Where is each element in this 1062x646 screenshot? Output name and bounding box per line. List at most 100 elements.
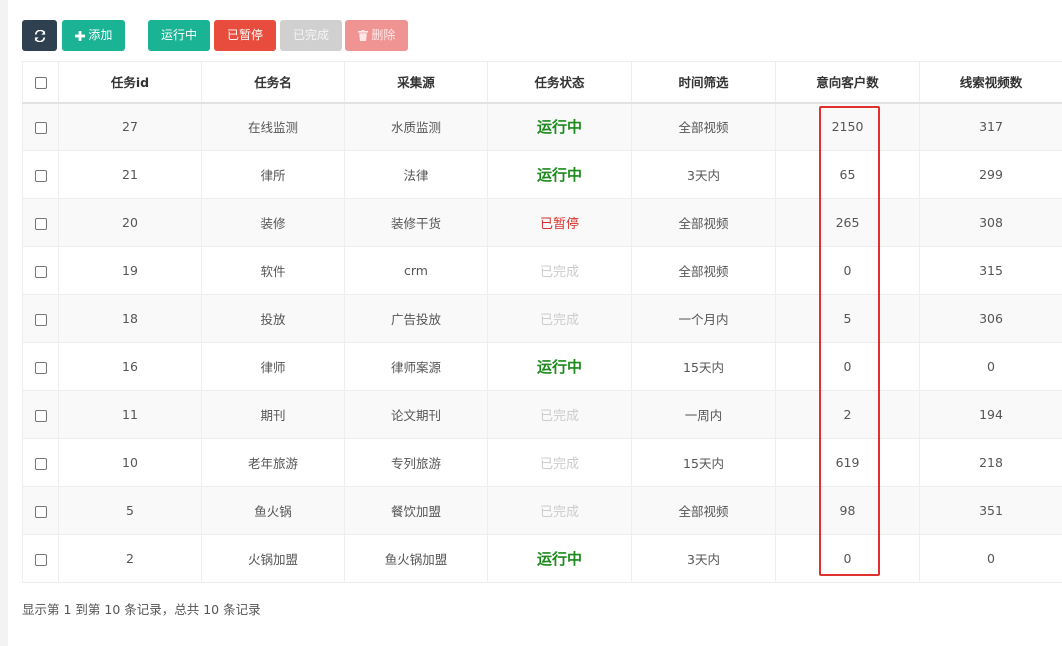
status-badge: 运行中 bbox=[536, 358, 582, 376]
cell-customer-count: 98 bbox=[775, 486, 920, 535]
row-checkbox-cell bbox=[22, 294, 59, 343]
cell-video-count: 308 bbox=[919, 198, 1062, 247]
add-button-label: 添加 bbox=[88, 28, 113, 42]
row-checkbox[interactable] bbox=[34, 457, 47, 470]
plus-icon bbox=[74, 28, 89, 42]
row-checkbox[interactable] bbox=[34, 169, 47, 182]
cell-source: 广告投放 bbox=[344, 294, 488, 343]
header-task-id[interactable]: 任务id bbox=[58, 61, 202, 104]
status-badge: 已完成 bbox=[539, 457, 579, 472]
cell-task-id: 19 bbox=[58, 246, 202, 295]
trash-icon bbox=[357, 28, 372, 42]
row-checkbox[interactable] bbox=[34, 553, 47, 566]
row-checkbox[interactable] bbox=[34, 265, 47, 278]
cell-source: 法律 bbox=[344, 150, 488, 199]
status-badge: 运行中 bbox=[536, 166, 582, 184]
header-status[interactable]: 任务状态 bbox=[487, 61, 632, 104]
cell-task-name: 律师 bbox=[201, 342, 345, 391]
table-row[interactable]: 5 鱼火锅 餐饮加盟 已完成 全部视频 98 351 bbox=[22, 486, 1062, 535]
cell-source: 装修干货 bbox=[344, 198, 488, 247]
cell-customer-count: 0 bbox=[775, 534, 920, 583]
row-checkbox[interactable] bbox=[34, 409, 47, 422]
table-row[interactable]: 10 老年旅游 专列旅游 已完成 15天内 619 218 bbox=[22, 438, 1062, 487]
table-row[interactable]: 11 期刊 论文期刊 已完成 一周内 2 194 bbox=[22, 390, 1062, 439]
header-customer-count[interactable]: 意向客户数 bbox=[775, 61, 920, 104]
status-badge: 已完成 bbox=[539, 313, 579, 328]
cell-video-count: 299 bbox=[919, 150, 1062, 199]
table-row[interactable]: 18 投放 广告投放 已完成 一个月内 5 306 bbox=[22, 294, 1062, 343]
status-badge: 已暂停 bbox=[539, 217, 579, 232]
table-row[interactable]: 20 装修 装修干货 已暂停 全部视频 265 308 bbox=[22, 198, 1062, 247]
table-row[interactable]: 21 律所 法律 运行中 3天内 65 299 bbox=[22, 150, 1062, 199]
row-checkbox[interactable] bbox=[34, 361, 47, 374]
header-video-count[interactable]: 线索视频数 bbox=[919, 61, 1062, 104]
cell-source: 餐饮加盟 bbox=[344, 486, 488, 535]
cell-source: 论文期刊 bbox=[344, 390, 488, 439]
cell-status: 运行中 bbox=[487, 342, 632, 391]
completed-button-label: 已完成 bbox=[292, 28, 329, 42]
cell-video-count: 315 bbox=[919, 246, 1062, 295]
select-all-checkbox[interactable] bbox=[34, 76, 47, 89]
row-checkbox[interactable] bbox=[34, 121, 47, 134]
delete-button[interactable]: 删除 bbox=[345, 20, 408, 51]
cell-customer-count: 619 bbox=[775, 438, 920, 487]
cell-video-count: 351 bbox=[919, 486, 1062, 535]
refresh-button[interactable] bbox=[22, 20, 57, 51]
cell-time-filter: 3天内 bbox=[631, 534, 776, 583]
table-row[interactable]: 27 在线监测 水质监测 运行中 全部视频 2150 317 bbox=[22, 102, 1062, 151]
left-edge-strip bbox=[0, 0, 8, 646]
cell-source: crm bbox=[344, 246, 488, 295]
add-button[interactable]: 添加 bbox=[62, 20, 125, 51]
cell-task-id: 20 bbox=[58, 198, 202, 247]
row-checkbox[interactable] bbox=[34, 505, 47, 518]
cell-task-id: 16 bbox=[58, 342, 202, 391]
table-row[interactable]: 19 软件 crm 已完成 全部视频 0 315 bbox=[22, 246, 1062, 295]
cell-task-name: 投放 bbox=[201, 294, 345, 343]
header-task-name[interactable]: 任务名 bbox=[201, 61, 345, 104]
cell-customer-count: 2150 bbox=[775, 102, 920, 151]
cell-task-id: 11 bbox=[58, 390, 202, 439]
completed-button[interactable]: 已完成 bbox=[280, 20, 342, 51]
cell-video-count: 306 bbox=[919, 294, 1062, 343]
cell-task-name: 老年旅游 bbox=[201, 438, 345, 487]
cell-time-filter: 全部视频 bbox=[631, 102, 776, 151]
cell-status: 运行中 bbox=[487, 150, 632, 199]
pause-button[interactable]: 已暂停 bbox=[214, 20, 276, 51]
row-checkbox-cell bbox=[22, 534, 59, 583]
row-checkbox-cell bbox=[22, 246, 59, 295]
cell-time-filter: 全部视频 bbox=[631, 198, 776, 247]
cell-task-id: 18 bbox=[58, 294, 202, 343]
pagination-summary: 显示第 1 到第 10 条记录，总共 10 条记录 bbox=[22, 602, 261, 617]
cell-time-filter: 15天内 bbox=[631, 438, 776, 487]
cell-source: 专列旅游 bbox=[344, 438, 488, 487]
cell-source: 律师案源 bbox=[344, 342, 488, 391]
cell-status: 已完成 bbox=[487, 246, 632, 295]
cell-time-filter: 全部视频 bbox=[631, 486, 776, 535]
cell-task-name: 装修 bbox=[201, 198, 345, 247]
table-row[interactable]: 16 律师 律师案源 运行中 15天内 0 0 bbox=[22, 342, 1062, 391]
cell-task-name: 火锅加盟 bbox=[201, 534, 345, 583]
table-body: 27 在线监测 水质监测 运行中 全部视频 2150 317 21 律所 法律 运行中 3天内 65 29… bbox=[22, 102, 1062, 583]
cell-time-filter: 一个月内 bbox=[631, 294, 776, 343]
cell-customer-count: 5 bbox=[775, 294, 920, 343]
status-badge: 运行中 bbox=[536, 118, 582, 137]
cell-customer-count: 265 bbox=[775, 198, 920, 247]
row-checkbox[interactable] bbox=[34, 313, 47, 326]
cell-task-name: 软件 bbox=[201, 246, 345, 295]
row-checkbox-cell bbox=[22, 342, 59, 391]
header-time-filter[interactable]: 时间筛选 bbox=[631, 61, 776, 104]
cell-video-count: 194 bbox=[919, 390, 1062, 439]
row-checkbox[interactable] bbox=[34, 217, 47, 230]
header-source[interactable]: 采集源 bbox=[344, 61, 488, 104]
running-button[interactable]: 运行中 bbox=[148, 20, 210, 51]
row-checkbox-cell bbox=[22, 198, 59, 247]
cell-status: 已暂停 bbox=[487, 198, 632, 247]
cell-status: 运行中 bbox=[487, 102, 632, 151]
task-table-container: 任务id 任务名 采集源 任务状态 时间筛选 意向客户数 线索视频数 27 在线监… bbox=[22, 61, 1062, 583]
status-badge: 运行中 bbox=[536, 550, 582, 568]
cell-video-count: 0 bbox=[919, 534, 1062, 583]
cell-task-name: 期刊 bbox=[201, 390, 345, 439]
cell-source: 水质监测 bbox=[344, 102, 488, 151]
cell-status: 已完成 bbox=[487, 390, 632, 439]
table-row[interactable]: 2 火锅加盟 鱼火锅加盟 运行中 3天内 0 0 bbox=[22, 534, 1062, 583]
